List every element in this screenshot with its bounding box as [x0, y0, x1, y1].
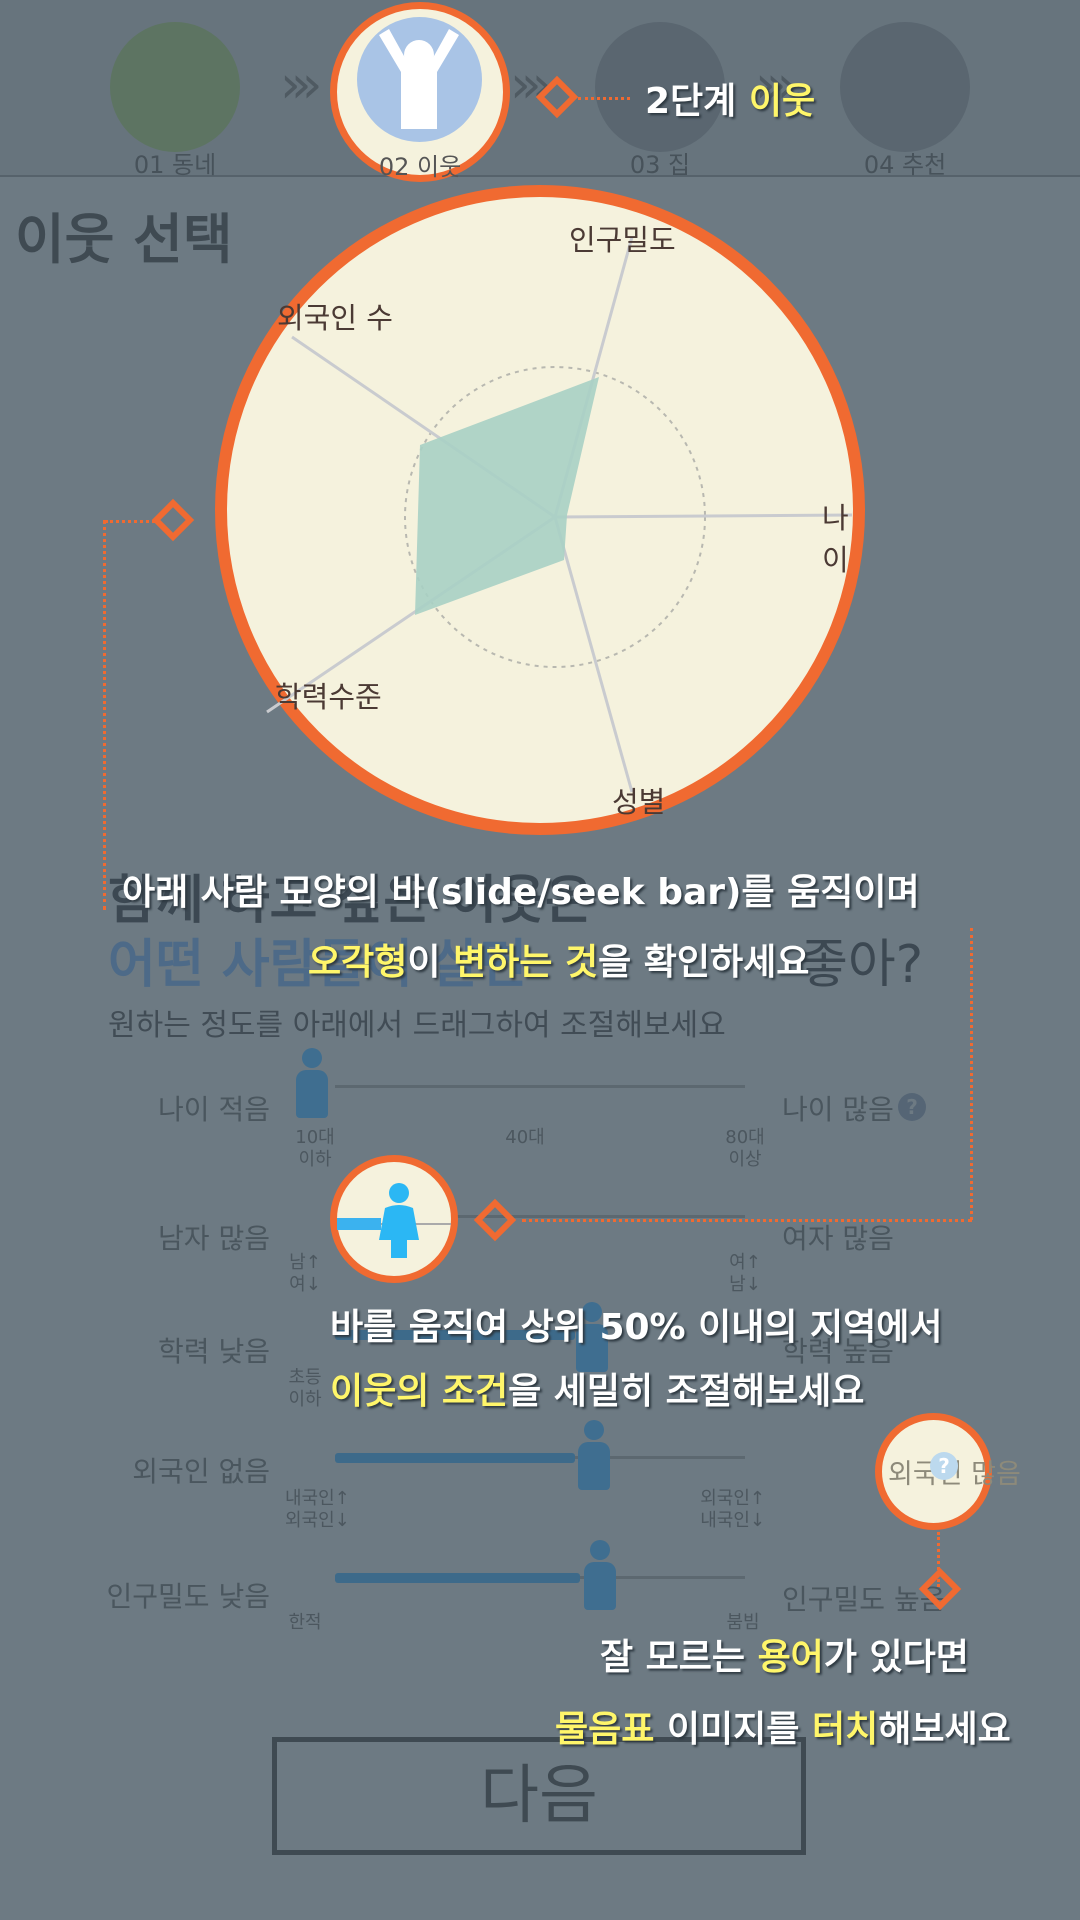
- question-line-2-rest: 좋아?: [800, 935, 924, 995]
- step-badge-annotation: 2단계 이웃: [645, 81, 816, 122]
- help-question-icon[interactable]: ?: [898, 1093, 926, 1121]
- step-2-spotlight[interactable]: 02 이웃: [330, 2, 510, 182]
- slider-age-tick-max: 80대 이상: [725, 1127, 765, 1170]
- slider-density-left-label: 인구밀도 낮음: [106, 1580, 270, 1613]
- slider-foreigners-left-label: 외국인 없음: [132, 1455, 270, 1488]
- help-tip-line-1: 잘 모르는 용어가 있다면: [600, 1637, 969, 1678]
- slider-foreigners-fill: [335, 1453, 575, 1463]
- slider-gender-tick-max: 여↑ 남↓: [729, 1252, 761, 1295]
- radar-tip-line-1: 아래 사람 모양의 바(slide/seek bar)를 움직이며: [122, 872, 920, 913]
- slider-tip-line-1: 바를 움직여 상위 50% 이내의 지역에서: [330, 1307, 943, 1348]
- slider-age-tick-min: 10대 이하: [295, 1127, 335, 1170]
- slider-age-tick-mid: 40대: [505, 1127, 545, 1148]
- step-3-label: 03 집: [629, 151, 691, 179]
- pointer-line: [522, 1219, 972, 1222]
- slider-density-right-label: 인구밀도 높음: [782, 1583, 946, 1616]
- slider-foreigners-tick-max: 외국인↑ 내국인↓: [700, 1488, 765, 1531]
- pointer-line: [105, 520, 155, 523]
- slider-gender-tick-min: 남↑ 여↓: [289, 1252, 321, 1295]
- chevron-right-icon: ›››: [280, 55, 323, 115]
- slider-gender-fill: [337, 1218, 381, 1230]
- slider-gender-right-label: 여자 많음: [782, 1222, 894, 1255]
- slider-density-person-handle[interactable]: [580, 1540, 620, 1610]
- slider-age-left-label: 나이 적음: [158, 1093, 270, 1126]
- step-1-label: 01 동네: [133, 151, 217, 179]
- slider-density-tick-min: 한적: [288, 1612, 322, 1633]
- slider-handle-spotlight[interactable]: [330, 1155, 458, 1283]
- slider-tip-line-2: 이웃의 조건을 세밀히 조절해보세요: [330, 1371, 865, 1412]
- chevron-right-icon: ›››: [510, 55, 553, 115]
- slider-age-track[interactable]: [335, 1085, 745, 1088]
- radar-axis-label: 나이: [822, 501, 849, 577]
- radar-axis-label: 외국인 수: [277, 301, 393, 335]
- slider-education-tick-min: 초등 이하: [288, 1367, 322, 1410]
- radar-axis-label: 학력수준: [275, 680, 382, 714]
- radar-chart-spotlight: 인구밀도 나이 성별 학력수준 외국인 수: [215, 185, 865, 835]
- radar-chart: [266, 236, 853, 793]
- radar-tip-line-2: 오각형이 변하는 것을 확인하세요: [308, 942, 810, 983]
- person-slider-handle-icon[interactable]: [377, 1182, 421, 1262]
- slider-foreigners-person-handle[interactable]: [574, 1420, 614, 1490]
- step-progress-bar: 01 동네 ››› ››› 03 집 ››› 04 추천: [0, 0, 1080, 179]
- step-2-label: 02 이웃: [378, 153, 462, 181]
- slider-age-right-label: 나이 많음: [782, 1093, 894, 1126]
- slider-foreigners-tick-min: 내국인↑ 외국인↓: [285, 1488, 350, 1531]
- help-question-icon[interactable]: ?: [930, 1452, 958, 1480]
- instruction-text: 원하는 정도를 아래에서 드래그하여 조절해보세요: [108, 1008, 726, 1043]
- help-tip-line-2: 물음표 이미지를 터치해보세요: [555, 1709, 1011, 1750]
- radar-axis-label: 인구밀도: [569, 223, 676, 257]
- slider-density-fill: [335, 1573, 580, 1583]
- step-4-recommend-icon[interactable]: [840, 22, 970, 152]
- pointer-line: [103, 520, 106, 910]
- step-1-neighborhood-icon[interactable]: [110, 22, 240, 152]
- step-4-label: 04 추천: [863, 151, 947, 179]
- slider-age-person-handle[interactable]: [292, 1048, 332, 1118]
- help-icon-spotlight[interactable]: 외국인 많음 ?: [875, 1413, 1021, 1530]
- pointer-line: [578, 97, 630, 100]
- slider-gender-left-label: 남자 많음: [158, 1222, 270, 1255]
- radar-axis-label: 성별: [612, 785, 666, 819]
- next-button[interactable]: 다음: [272, 1737, 806, 1855]
- step-2-neighbor-icon: [357, 17, 482, 142]
- slider-education-left-label: 학력 낮음: [158, 1335, 270, 1368]
- page-title: 이웃 선택: [15, 208, 233, 271]
- pointer-line: [970, 928, 973, 1220]
